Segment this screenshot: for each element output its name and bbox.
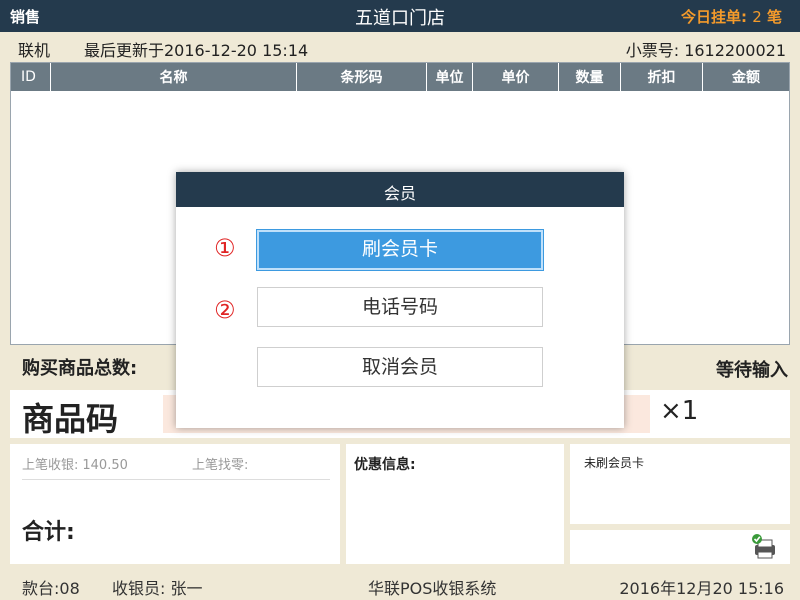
input-status: 等待输入 xyxy=(716,360,788,381)
column-amount: 金额 xyxy=(732,70,760,86)
pending-orders-unit: 笔 xyxy=(766,8,782,26)
ticket-number: 小票号: 1612200021 xyxy=(625,41,786,60)
pending-orders-label: 今日挂单: xyxy=(680,8,747,26)
promotion-label: 优惠信息: xyxy=(354,457,416,473)
column-name: 名称 xyxy=(51,63,297,91)
status-bar: 联机 最后更新于2016-12-20 15:14 小票号: 1612200021 xyxy=(0,32,800,60)
title-bar: 销售 五道口门店 今日挂单: 2 笔 xyxy=(0,0,800,32)
column-discount: 折扣 xyxy=(621,63,703,91)
pending-orders-count: 2 xyxy=(752,8,762,26)
promotion-panel: 优惠信息: xyxy=(346,444,564,564)
divider xyxy=(22,479,330,480)
connection-status: 联机 xyxy=(18,41,51,60)
swipe-card-button[interactable]: 刷会员卡 xyxy=(256,229,544,271)
column-quantity: 数量 xyxy=(559,63,621,91)
system-name: 华联POS收银系统 xyxy=(368,579,497,598)
sum-label: 合计: xyxy=(22,520,75,545)
member-status-label: 未刷会员卡 xyxy=(584,456,645,470)
product-code-label: 商品码 xyxy=(22,400,119,438)
last-paid-label: 上笔收银: xyxy=(22,458,79,473)
option-marker-2: ② xyxy=(214,296,236,324)
last-paid-value: 140.50 xyxy=(82,458,128,473)
cancel-member-button[interactable]: 取消会员 xyxy=(257,347,543,387)
phone-number-button[interactable]: 电话号码 xyxy=(257,287,543,327)
total-items-label: 购买商品总数: xyxy=(22,358,138,379)
register-number: 款台:08 xyxy=(22,579,80,598)
column-unit: 单位 xyxy=(427,63,473,91)
items-table-header: ID 名称 条形码 单位 单价 数量 折扣 金额 xyxy=(11,63,789,91)
pending-orders[interactable]: 今日挂单: 2 笔 xyxy=(681,6,782,27)
printer-panel xyxy=(570,530,790,564)
footer-bar: 款台:08 收银员: 张一 华联POS收银系统 2016年12月20 15:16 xyxy=(0,570,800,600)
column-barcode: 条形码 xyxy=(297,63,427,91)
last-update: 最后更新于2016-12-20 15:14 xyxy=(84,41,309,60)
last-change-label: 上笔找零: xyxy=(192,458,249,473)
member-status-panel: 未刷会员卡 xyxy=(570,444,790,524)
column-price: 单价 xyxy=(473,63,559,91)
member-dialog: 会员 ① 刷会员卡 ② 电话号码 取消会员 xyxy=(176,172,624,428)
option-marker-1: ① xyxy=(214,234,236,262)
column-id: ID xyxy=(11,63,51,91)
last-paid: 上笔收银: 140.50 xyxy=(22,454,128,473)
member-dialog-title: 会员 xyxy=(176,172,624,207)
totals-panel: 上笔收银: 140.50 上笔找零: 合计: xyxy=(10,444,340,564)
datetime: 2016年12月20 15:16 xyxy=(619,579,784,598)
cashier-name: 收银员: 张一 xyxy=(112,579,203,598)
quantity-multiplier: ×1 xyxy=(660,396,699,426)
printer-icon[interactable] xyxy=(750,532,780,562)
